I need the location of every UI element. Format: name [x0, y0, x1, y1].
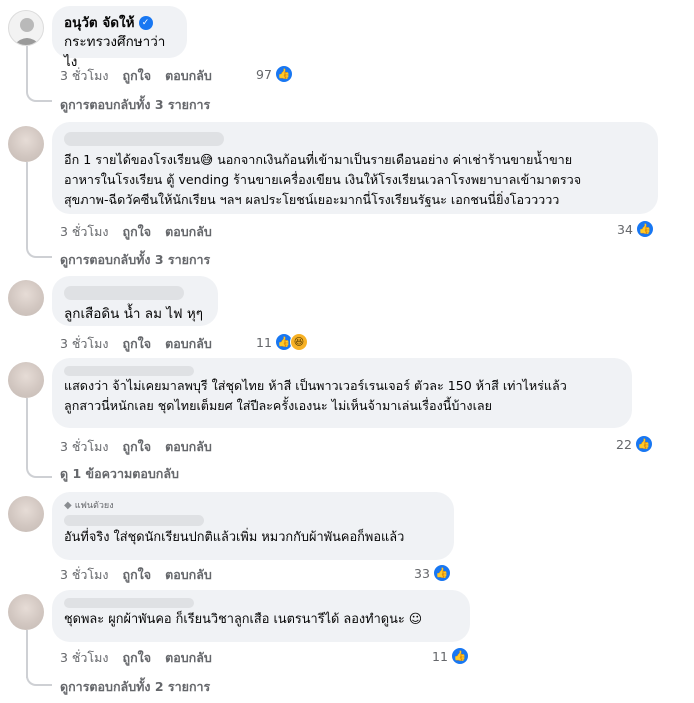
- view-replies-link[interactable]: ดู 1 ข้อความตอบกลับ: [60, 464, 179, 484]
- top-fan-badge: ◆ แฟนตัวยง: [64, 500, 442, 512]
- comment-bubble: อนุวัต จัดให้ ✓ กระทรวงศึกษาว่าไง: [52, 6, 187, 70]
- avatar[interactable]: [8, 10, 44, 46]
- comment-time[interactable]: 3 ชั่วโมง: [60, 648, 109, 668]
- comment-time[interactable]: 3 ชั่วโมง: [60, 66, 109, 86]
- author-name-redacted[interactable]: [64, 598, 194, 608]
- like-icon: 👍: [635, 220, 654, 238]
- reaction-count: 34: [617, 221, 633, 237]
- reaction-summary[interactable]: 22 👍: [616, 435, 653, 453]
- reply-button[interactable]: ตอบกลับ: [165, 66, 212, 86]
- reaction-summary[interactable]: 97 👍: [256, 65, 293, 83]
- verified-badge-icon: ✓: [138, 16, 153, 30]
- thread-line: [26, 630, 28, 678]
- comment-text: อีก 1 รายได้ของโรงเรียน😅 นอกจากเงินก้อนท…: [64, 152, 582, 207]
- like-icon: 👍: [274, 65, 293, 83]
- view-replies-link[interactable]: ดูการตอบกลับทั้ง 3 รายการ: [60, 250, 210, 270]
- like-button[interactable]: ถูกใจ: [123, 648, 152, 668]
- like-icon: 👍: [432, 564, 451, 582]
- thread-line: [26, 398, 28, 468]
- diamond-icon: ◆: [64, 500, 72, 511]
- thread-connector: [26, 672, 52, 686]
- like-button[interactable]: ถูกใจ: [123, 437, 152, 457]
- comment-actions: 3 ชั่วโมง ถูกใจ ตอบกลับ: [60, 222, 212, 242]
- author-name-redacted[interactable]: [64, 515, 204, 526]
- comment-author[interactable]: อนุวัต จัดให้ ✓: [64, 14, 175, 32]
- reply-button[interactable]: ตอบกลับ: [165, 222, 212, 242]
- thread-connector: [26, 464, 52, 478]
- reaction-summary[interactable]: 33 👍: [414, 564, 451, 582]
- view-replies-link[interactable]: ดูการตอบกลับทั้ง 3 รายการ: [60, 95, 210, 115]
- comment-actions: 3 ชั่วโมง ถูกใจ ตอบกลับ: [60, 565, 212, 585]
- comment-bubble: ◆ แฟนตัวยง อันที่จริง ใส่ชุดนักเรียนปกติ…: [52, 492, 454, 560]
- comment-time[interactable]: 3 ชั่วโมง: [60, 222, 109, 242]
- comment-text: ชุดพละ ผูกผ้าพันคอ ก็เรียนวิชาลูกเสือ เน…: [64, 612, 423, 627]
- like-button[interactable]: ถูกใจ: [123, 66, 152, 86]
- avatar[interactable]: [8, 362, 44, 398]
- comment-text: แสดงว่า จ้าไม่เคยมาลพบุรี ใส่ชุดไทย ห้าส…: [64, 378, 567, 413]
- comment-bubble: แสดงว่า จ้าไม่เคยมาลพบุรี ใส่ชุดไทย ห้าส…: [52, 358, 632, 428]
- avatar[interactable]: [8, 280, 44, 316]
- haha-icon: 😆: [289, 333, 308, 351]
- like-button[interactable]: ถูกใจ: [123, 565, 152, 585]
- comment-text: อันที่จริง ใส่ชุดนักเรียนปกติแล้วเพิ่ม ห…: [64, 530, 405, 545]
- comment-bubble: อีก 1 รายได้ของโรงเรียน😅 นอกจากเงินก้อนท…: [52, 122, 658, 214]
- reaction-count: 11: [256, 334, 272, 350]
- reaction-count: 97: [256, 66, 272, 82]
- comment-actions: 3 ชั่วโมง ถูกใจ ตอบกลับ: [60, 437, 212, 457]
- thread-line: [26, 162, 28, 248]
- reaction-count: 11: [432, 648, 448, 664]
- badge-label: แฟนตัวยง: [74, 501, 114, 511]
- avatar[interactable]: [8, 594, 44, 630]
- avatar[interactable]: [8, 126, 44, 162]
- thread-connector: [26, 88, 52, 102]
- like-button[interactable]: ถูกใจ: [123, 222, 152, 242]
- author-name-redacted[interactable]: [64, 286, 184, 300]
- author-name-redacted[interactable]: [64, 132, 224, 146]
- comment-bubble: ลูกเสือดิน น้ำ ลม ไฟ หุๆ: [52, 276, 218, 326]
- like-icon: 👍: [450, 647, 469, 665]
- thread-line: [26, 46, 28, 90]
- reply-button[interactable]: ตอบกลับ: [165, 437, 212, 457]
- reaction-summary[interactable]: 11 👍: [432, 647, 469, 665]
- author-name-redacted[interactable]: [64, 366, 194, 376]
- thread-connector: [26, 244, 52, 258]
- comment-bubble: ชุดพละ ผูกผ้าพันคอ ก็เรียนวิชาลูกเสือ เน…: [52, 590, 470, 642]
- avatar[interactable]: [8, 496, 44, 532]
- view-replies-link[interactable]: ดูการตอบกลับทั้ง 2 รายการ: [60, 677, 210, 697]
- comment-time[interactable]: 3 ชั่วโมง: [60, 565, 109, 585]
- like-button[interactable]: ถูกใจ: [123, 334, 152, 354]
- reply-button[interactable]: ตอบกลับ: [165, 565, 212, 585]
- reaction-count: 22: [616, 436, 632, 452]
- comment-time[interactable]: 3 ชั่วโมง: [60, 334, 109, 354]
- reaction-count: 33: [414, 565, 430, 581]
- reply-button[interactable]: ตอบกลับ: [165, 648, 212, 668]
- comment-actions: 3 ชั่วโมง ถูกใจ ตอบกลับ: [60, 66, 212, 86]
- comment-text: ลูกเสือดิน น้ำ ลม ไฟ หุๆ: [64, 306, 204, 322]
- reaction-summary[interactable]: 34 👍: [617, 220, 654, 238]
- like-icon: 👍: [634, 435, 653, 453]
- reply-button[interactable]: ตอบกลับ: [165, 334, 212, 354]
- comment-actions: 3 ชั่วโมง ถูกใจ ตอบกลับ: [60, 648, 212, 668]
- comment-time[interactable]: 3 ชั่วโมง: [60, 437, 109, 457]
- reaction-summary[interactable]: 11 👍 😆: [256, 333, 308, 351]
- comment-actions: 3 ชั่วโมง ถูกใจ ตอบกลับ: [60, 334, 212, 354]
